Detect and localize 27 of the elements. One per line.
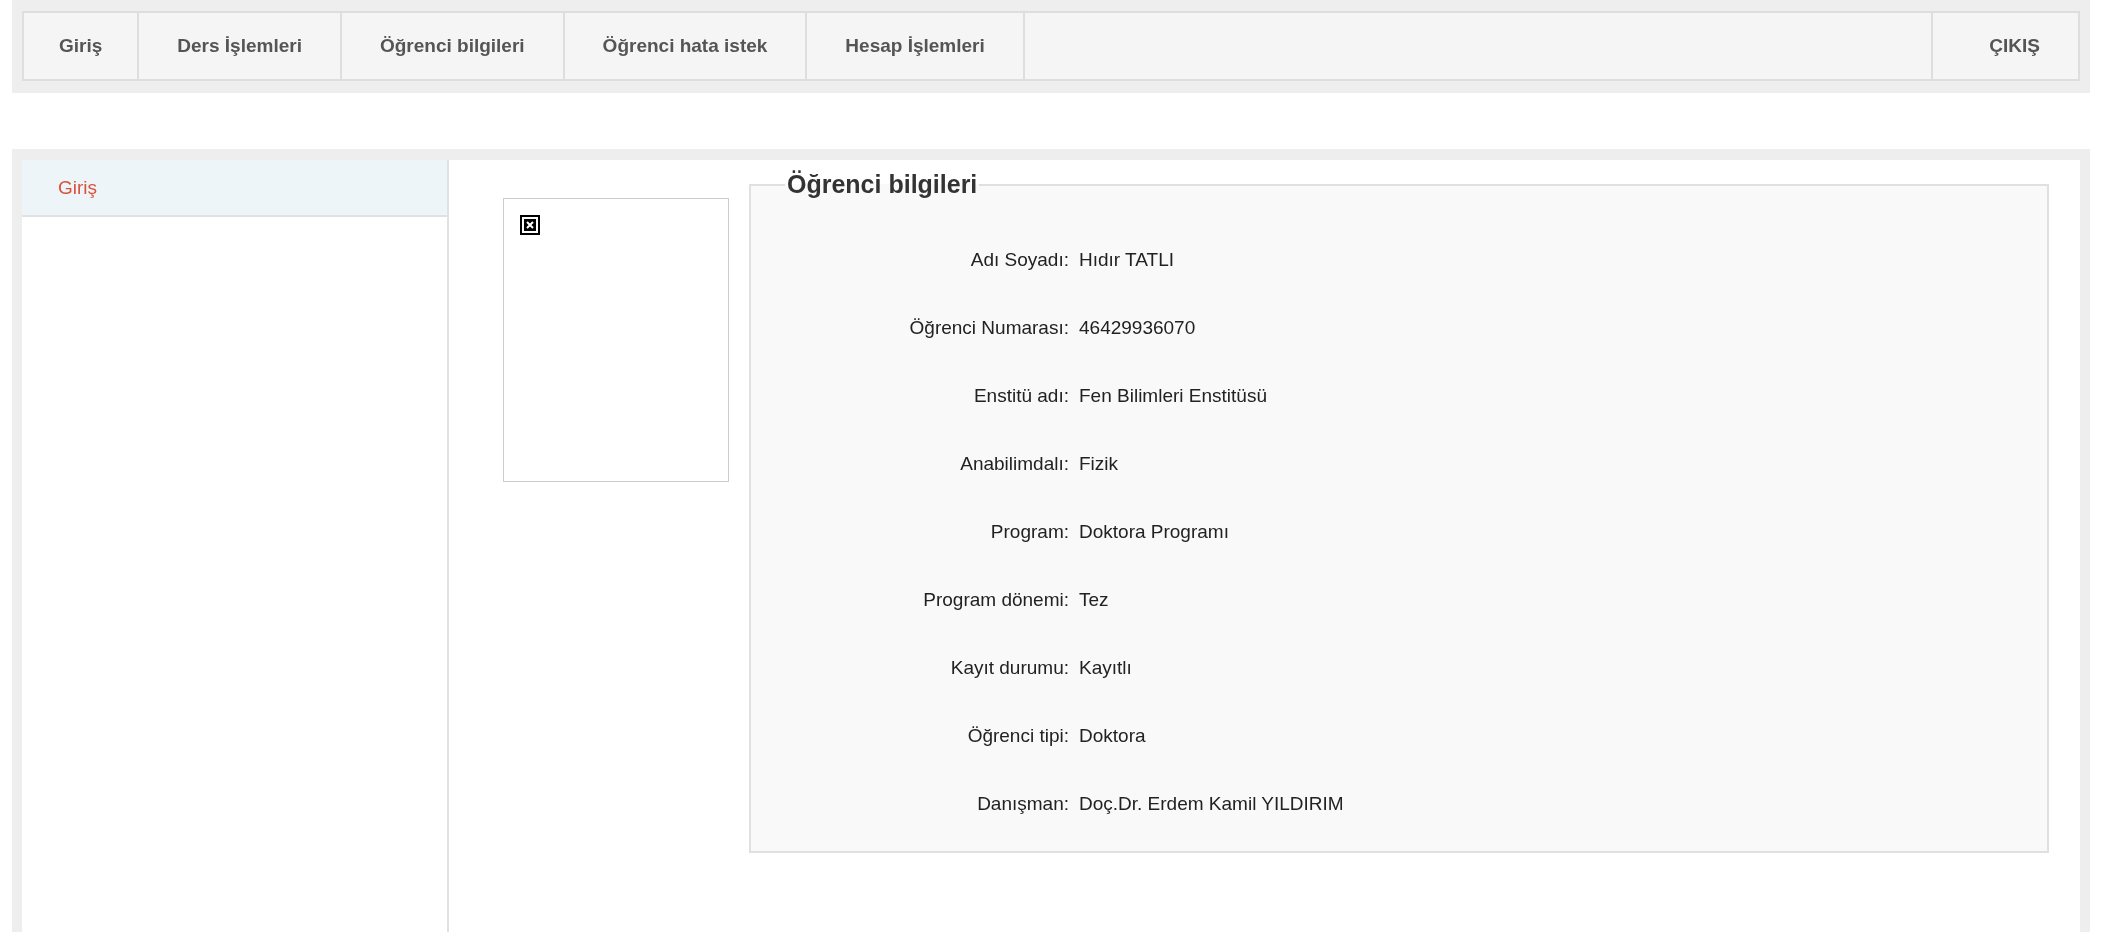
field-label: Adı Soyadı: — [970, 249, 1069, 271]
menu-item[interactable]: Ders İşlemleri — [139, 13, 342, 79]
menu-item[interactable]: Hesap İşlemleri — [807, 13, 1025, 79]
field-label: Danışman: — [977, 793, 1069, 815]
field-label: Öğrenci tipi: — [967, 725, 1069, 747]
field-value: Tez — [1079, 589, 1109, 611]
section-title: Öğrenci bilgileri — [786, 170, 979, 199]
field-value: 46429936070 — [1079, 317, 1196, 339]
field-value: Hıdır TATLI — [1079, 249, 1175, 271]
field-value: Doktora — [1079, 725, 1146, 747]
menu-item[interactable]: Öğrenci hata istek — [564, 13, 808, 79]
field-label: Anabilimdalı: — [960, 453, 1069, 475]
field-label: Program dönemi: — [923, 589, 1069, 611]
logout-link[interactable]: ÇIKIŞ — [1933, 13, 2078, 79]
field-label: Program: — [990, 521, 1069, 543]
field-value: Kayıtlı — [1079, 657, 1132, 679]
menu-item[interactable]: Öğrenci bilgileri — [341, 13, 565, 79]
field-value: Doktora Programı — [1079, 521, 1229, 543]
field-label: Öğrenci Numarası: — [909, 317, 1069, 339]
field-value: Doç.Dr. Erdem Kamil YILDIRIM — [1079, 793, 1344, 815]
menu-item[interactable]: Giriş — [24, 13, 140, 79]
broken-image-icon — [520, 215, 540, 235]
field-label: Kayıt durumu: — [950, 657, 1069, 679]
sidebar-item[interactable]: Giriş — [22, 160, 447, 217]
field-value: Fen Bilimleri Enstitüsü — [1079, 385, 1267, 407]
field-value: Fizik — [1079, 453, 1119, 475]
field-label: Enstitü adı: — [973, 385, 1069, 407]
